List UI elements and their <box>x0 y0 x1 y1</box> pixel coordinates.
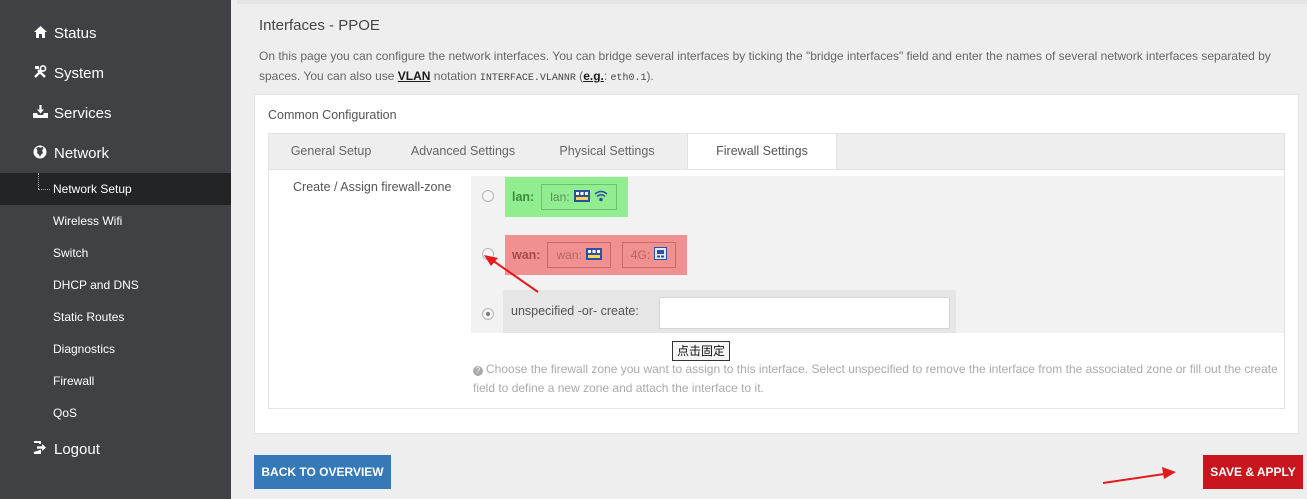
usb-modem-icon <box>654 247 668 263</box>
nav-static-routes-label: Static Routes <box>53 310 125 324</box>
eg-colon: : <box>603 69 611 83</box>
nav-static-routes[interactable]: Static Routes <box>0 301 231 333</box>
config-panel: Common Configuration General Setup Advan… <box>254 94 1299 434</box>
desc-text-2: notation <box>430 69 480 83</box>
page-title: Interfaces - PPOE <box>259 17 380 34</box>
nav-services-label: Services <box>54 104 112 122</box>
nav-network-setup-label: Network Setup <box>53 182 132 196</box>
eg-close: ). <box>646 69 654 83</box>
firewall-settings-content: Create / Assign firewall-zone lan: lan: … <box>268 169 1285 409</box>
nav-system[interactable]: System <box>0 53 231 93</box>
section-title: Common Configuration <box>268 108 397 122</box>
home-icon <box>32 25 48 41</box>
nav-status-label: Status <box>54 24 97 42</box>
nav-network-label: Network <box>54 144 110 162</box>
question-icon: ? <box>473 366 483 376</box>
nav-wireless-wifi-label: Wireless Wifi <box>53 214 123 228</box>
nav-firewall[interactable]: Firewall <box>0 365 231 397</box>
network-chip-lan-label: lan: <box>550 190 570 204</box>
help-text-content: Choose the firewall zone you want to ass… <box>473 362 1278 395</box>
zone-lan: lan: lan: <box>505 177 628 217</box>
nav-status[interactable]: Status <box>0 13 231 53</box>
nav-wireless-wifi[interactable]: Wireless Wifi <box>0 205 231 237</box>
network-chip-lan: lan: <box>541 184 617 210</box>
zone-wan: wan: wan: 4G: <box>505 235 688 275</box>
nav-switch-label: Switch <box>53 246 89 260</box>
tab-physical-settings[interactable]: Physical Settings <box>533 134 681 169</box>
download-icon <box>32 105 48 121</box>
tab-bar: General Setup Advanced Settings Physical… <box>268 133 1285 170</box>
sidebar: Status System Services Network Network S… <box>0 0 231 499</box>
ethernet-ports-icon <box>585 247 602 263</box>
page-description: On this page you can configure the netwo… <box>259 46 1307 89</box>
nav-qos[interactable]: QoS <box>0 397 231 429</box>
firewall-zone-label: Create / Assign firewall-zone <box>293 180 452 194</box>
network-chip-wan: wan: <box>547 242 611 268</box>
nav-logout[interactable]: Logout <box>0 429 231 469</box>
zone-lan-name: lan: <box>512 190 535 204</box>
wifi-icon <box>594 190 608 205</box>
nav-logout-label: Logout <box>54 440 100 458</box>
network-chip-4g-label: 4G: <box>630 248 651 262</box>
radio-lan[interactable] <box>482 190 494 202</box>
main-content: Interfaces - PPOE On this page you can c… <box>231 0 1307 499</box>
back-to-overview-button[interactable]: BACK TO OVERVIEW <box>254 455 391 489</box>
zone-options: lan: lan: wan: wan: 4G: unspecified -or-… <box>471 176 1284 333</box>
vlan-notation: INTERFACE.VLANNR <box>479 73 576 84</box>
eg-link[interactable]: e.g. <box>583 69 604 83</box>
tab-firewall-settings[interactable]: Firewall Settings <box>687 134 837 170</box>
nav-diagnostics-label: Diagnostics <box>53 342 116 356</box>
nav-qos-label: QoS <box>53 406 78 420</box>
top-strip <box>237 0 1307 4</box>
radio-unspecified[interactable] <box>482 308 494 320</box>
zone-wan-name: wan: <box>512 248 541 262</box>
logout-icon <box>32 441 48 457</box>
nav-dhcp-dns-label: DHCP and DNS <box>53 278 139 292</box>
tab-advanced-settings[interactable]: Advanced Settings <box>393 134 533 169</box>
tools-icon <box>32 64 48 82</box>
nav-switch[interactable]: Switch <box>0 237 231 269</box>
nav-network-setup[interactable]: Network Setup <box>0 173 231 205</box>
unspecified-row: unspecified -or- create: <box>503 290 956 333</box>
globe-icon <box>32 145 48 162</box>
eg-value: eth0.1 <box>610 73 647 84</box>
tab-general-setup[interactable]: General Setup <box>269 134 393 169</box>
nav-dhcp-dns[interactable]: DHCP and DNS <box>0 269 231 301</box>
help-text: ? Choose the firewall zone you want to as… <box>473 360 1283 398</box>
nav-diagnostics[interactable]: Diagnostics <box>0 333 231 365</box>
ethernet-ports-icon <box>573 189 590 205</box>
vlan-link[interactable]: VLAN <box>398 69 431 83</box>
create-zone-input[interactable] <box>659 297 950 329</box>
radio-wan[interactable] <box>482 248 494 260</box>
save-and-apply-button[interactable]: SAVE & APPLY <box>1203 455 1303 489</box>
nav-firewall-label: Firewall <box>53 374 95 388</box>
network-chip-4g: 4G: <box>621 242 677 268</box>
nav-network[interactable]: Network <box>0 133 231 173</box>
unspecified-label: unspecified -or- create: <box>511 304 639 318</box>
pin-tooltip[interactable]: 点击固定 <box>672 341 731 361</box>
nav-system-label: System <box>54 64 105 82</box>
network-chip-wan-label: wan: <box>556 248 582 262</box>
nav-services[interactable]: Services <box>0 93 231 133</box>
